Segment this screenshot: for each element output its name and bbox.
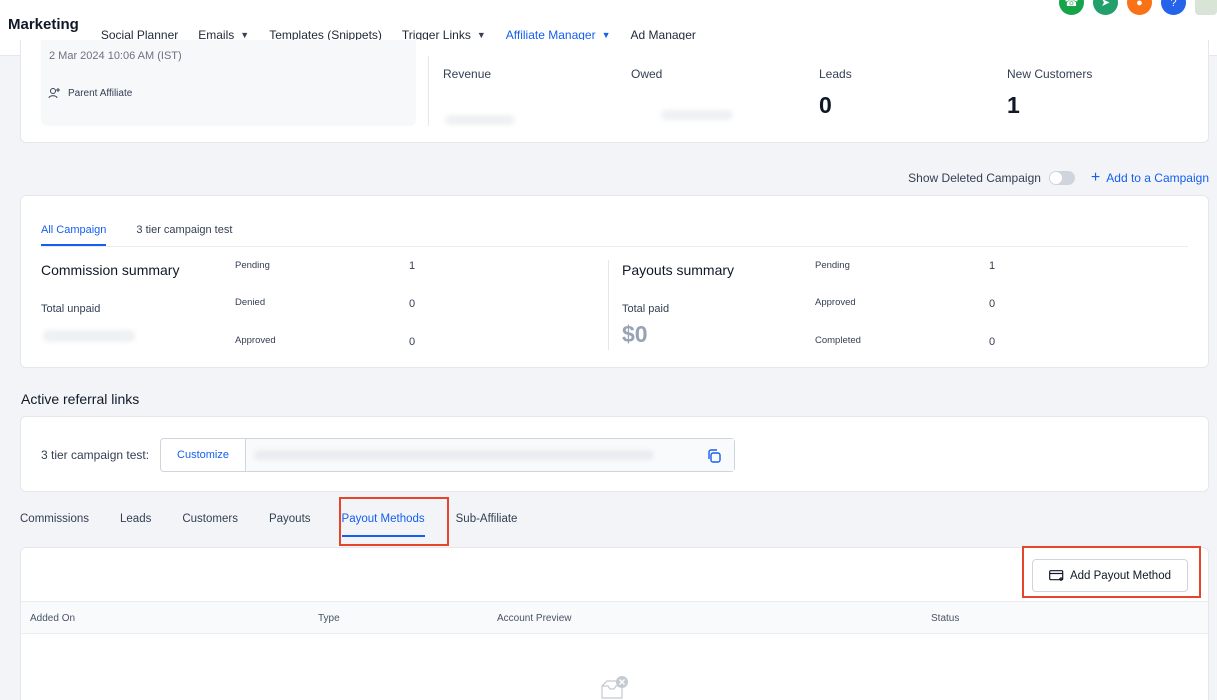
- tab-all-campaign[interactable]: All Campaign: [41, 224, 107, 246]
- megaphone-icon[interactable]: ➤: [1093, 0, 1118, 15]
- tab-divider: [41, 246, 1188, 247]
- tab-commissions[interactable]: Commissions: [20, 510, 89, 525]
- tab-3-tier-campaign[interactable]: 3 tier campaign test: [136, 224, 232, 246]
- campaign-tabs: All Campaign 3 tier campaign test: [41, 224, 232, 246]
- divider: [428, 56, 429, 126]
- toggle-knob: [1049, 172, 1062, 184]
- referral-link-field[interactable]: [246, 439, 734, 471]
- stat-leads: Leads 0: [819, 67, 852, 119]
- referral-link-label: 3 tier campaign test:: [41, 448, 150, 462]
- affiliate-stats-card: 2 Mar 2024 10:06 AM (IST) Parent Affilia…: [20, 40, 1209, 143]
- help-icon[interactable]: ?: [1161, 0, 1186, 15]
- redacted-value: [445, 115, 515, 125]
- app-title: Marketing: [8, 16, 79, 33]
- campaign-actions: Show Deleted Campaign + Add to a Campaig…: [908, 169, 1209, 186]
- payouts-pending-value: 1: [989, 260, 996, 272]
- tab-leads[interactable]: Leads: [120, 510, 151, 525]
- copy-icon[interactable]: [706, 448, 722, 464]
- stat-new-customers: New Customers 1: [1007, 67, 1092, 119]
- stat-value: 1: [1007, 92, 1020, 118]
- stat-owed: Owed: [631, 67, 662, 81]
- stat-label: Leads: [819, 67, 852, 81]
- user-plus-icon: [48, 88, 60, 99]
- commission-pending-value: 1: [409, 260, 416, 272]
- payouts-approved-label: Approved: [815, 297, 856, 308]
- total-paid-label: Total paid: [622, 303, 670, 315]
- redacted-value: [661, 110, 733, 120]
- commission-approved-label: Approved: [235, 335, 276, 346]
- stat-revenue: Revenue: [443, 67, 491, 81]
- add-to-campaign-link[interactable]: + Add to a Campaign: [1090, 169, 1209, 186]
- avatar[interactable]: [1195, 0, 1217, 15]
- tab-customers[interactable]: Customers: [182, 510, 238, 525]
- total-paid-value: $0: [622, 321, 648, 347]
- header-actions: ☎ ➤ ● ?: [1059, 0, 1217, 15]
- stat-label: Revenue: [443, 67, 492, 81]
- payouts-completed-label: Completed: [815, 335, 861, 346]
- parent-affiliate: Parent Affiliate: [48, 87, 132, 99]
- empty-state-icon: [601, 676, 628, 699]
- highlight-box: [1022, 546, 1201, 598]
- redacted-value: [254, 450, 654, 460]
- stat-label: New Customers: [1007, 67, 1093, 81]
- plus-icon: +: [1090, 169, 1101, 186]
- add-campaign-label: Add to a Campaign: [1106, 171, 1209, 185]
- chevron-down-icon: ▼: [601, 29, 611, 40]
- column-status: Status: [931, 613, 960, 624]
- affiliate-info: 2 Mar 2024 10:06 AM (IST) Parent Affilia…: [41, 40, 416, 126]
- column-type: Type: [318, 613, 340, 624]
- commission-pending-label: Pending: [235, 260, 270, 271]
- stat-label: Owed: [631, 67, 663, 81]
- affiliate-detail-tabs: Commissions Leads Customers Payouts Payo…: [20, 510, 548, 537]
- referral-section-title: Active referral links: [21, 391, 140, 407]
- referral-link-box: Customize: [160, 438, 735, 472]
- referral-links-card: 3 tier campaign test: Customize: [20, 416, 1209, 492]
- created-date: 2 Mar 2024 10:06 AM (IST): [49, 50, 182, 62]
- payouts-completed-value: 0: [989, 336, 996, 348]
- phone-icon[interactable]: ☎: [1059, 0, 1084, 15]
- payouts-summary-title: Payouts summary: [622, 262, 735, 278]
- tab-payouts[interactable]: Payouts: [269, 510, 311, 525]
- stat-value: 0: [819, 92, 832, 118]
- commission-summary-title: Commission summary: [41, 262, 180, 278]
- redacted-value: [43, 330, 135, 342]
- commission-denied-value: 0: [409, 298, 416, 310]
- divider: [608, 260, 609, 350]
- payouts-approved-value: 0: [989, 298, 996, 310]
- payouts-pending-label: Pending: [815, 260, 850, 271]
- show-deleted-label: Show Deleted Campaign: [908, 171, 1041, 185]
- customize-button[interactable]: Customize: [161, 439, 246, 471]
- campaign-summary-card: All Campaign 3 tier campaign test Commis…: [20, 195, 1209, 368]
- column-account-preview: Account Preview: [497, 613, 572, 624]
- table-header: Added On Type Account Preview Status: [21, 601, 1208, 634]
- bell-icon[interactable]: ●: [1127, 0, 1152, 15]
- chevron-down-icon: ▼: [240, 29, 250, 40]
- total-unpaid-label: Total unpaid: [41, 303, 101, 315]
- column-added-on: Added On: [30, 613, 76, 624]
- commission-approved-value: 0: [409, 336, 416, 348]
- commission-denied-label: Denied: [235, 297, 266, 308]
- chevron-down-icon: ▼: [476, 29, 486, 40]
- show-deleted-toggle[interactable]: [1048, 171, 1075, 185]
- highlight-box: [339, 497, 449, 546]
- tab-sub-affiliate[interactable]: Sub-Affiliate: [456, 510, 518, 525]
- parent-affiliate-label: Parent Affiliate: [68, 87, 133, 99]
